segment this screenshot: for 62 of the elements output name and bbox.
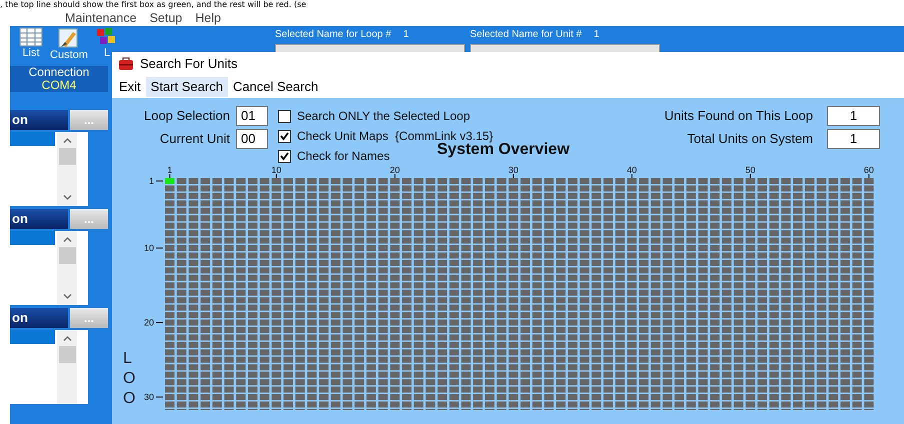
toolbox-icon xyxy=(118,57,134,71)
checkbox-label: Check Unit Maps {CommLink v3.15} xyxy=(297,128,494,143)
field-label: Selected Name for Unit # xyxy=(470,29,582,41)
scrollbar[interactable] xyxy=(57,132,77,206)
menu-item[interactable]: Setup xyxy=(150,8,182,28)
connection-label: Connection xyxy=(28,66,90,79)
menu-item[interactable]: Help xyxy=(195,8,221,28)
toolbar-button[interactable]: Custom xyxy=(50,26,88,66)
blocks-icon xyxy=(96,27,118,47)
checkbox[interactable] xyxy=(278,110,291,122)
row-label: 10 xyxy=(144,243,154,254)
column-label: 10 xyxy=(271,165,282,175)
scroll-up-icon[interactable] xyxy=(62,237,72,242)
scroll-thumb[interactable] xyxy=(58,148,76,165)
dialog-title: Search For Units xyxy=(140,55,238,74)
checkbox-label: Check for Names xyxy=(297,148,390,165)
toolbar-button[interactable]: L xyxy=(88,26,126,66)
field-label: Total Units on System xyxy=(687,130,813,148)
section-header-button[interactable]: on xyxy=(10,110,68,130)
section-header-button[interactable]: on xyxy=(10,308,68,328)
column-label: 60 xyxy=(864,165,874,175)
scroll-down-icon[interactable] xyxy=(62,294,72,299)
scroll-up-icon[interactable] xyxy=(62,138,72,143)
toolbar-button[interactable]: List xyxy=(12,26,50,66)
scroll-up-icon[interactable] xyxy=(62,336,72,341)
row-label: 30 xyxy=(144,392,154,402)
checkbox[interactable] xyxy=(278,150,291,162)
scrollbar[interactable] xyxy=(57,330,77,404)
list-box[interactable] xyxy=(10,132,88,206)
column-label: 40 xyxy=(626,165,637,175)
column-label: 1 xyxy=(167,165,172,175)
scrollbar[interactable] xyxy=(57,231,77,305)
port-label: COM4 xyxy=(42,79,76,92)
column-label: 30 xyxy=(508,165,518,175)
field-label: Selected Name for Loop # xyxy=(275,29,392,41)
list-box[interactable] xyxy=(10,330,88,404)
column-label: 20 xyxy=(390,165,400,175)
list-box[interactable] xyxy=(10,231,88,305)
menu-item[interactable]: Start Search xyxy=(146,77,228,97)
field-label: Units Found on This Loop xyxy=(664,107,813,126)
field-label: Current Unit xyxy=(160,130,230,148)
checkbox[interactable] xyxy=(278,130,291,142)
column-label: 50 xyxy=(745,165,756,175)
count-field[interactable]: 1 xyxy=(827,129,880,149)
scroll-thumb[interactable] xyxy=(58,346,76,363)
section-header-button[interactable]: on xyxy=(10,209,68,229)
checkbox-label: Search ONLY the Selected Loop xyxy=(297,108,470,125)
row-label: 20 xyxy=(144,318,154,328)
scroll-thumb[interactable] xyxy=(58,247,76,264)
menu-item[interactable]: Maintenance xyxy=(65,8,137,28)
document-text: , the top line should show the first box as green, and the rest will be red. (se xyxy=(0,0,308,10)
field-label: Loop Selection xyxy=(144,107,230,126)
axis-title: LOO xyxy=(123,350,136,407)
number-field[interactable]: 00 xyxy=(236,129,268,149)
count-field[interactable]: 1 xyxy=(827,106,880,126)
overview-title: System Overview xyxy=(437,141,570,158)
row-label: 1 xyxy=(148,176,154,186)
field-value: 1 xyxy=(403,29,409,41)
table-icon xyxy=(19,27,43,47)
field-value: 1 xyxy=(594,29,600,41)
scroll-down-icon[interactable] xyxy=(62,195,72,200)
number-field[interactable]: 01 xyxy=(236,106,268,126)
